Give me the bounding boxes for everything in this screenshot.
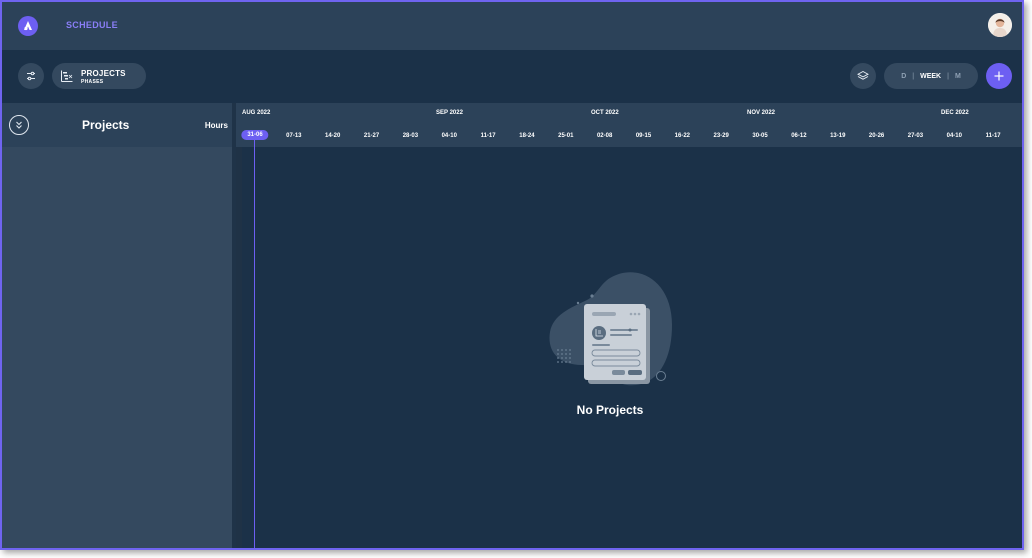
chevrons-down-icon bbox=[16, 121, 22, 129]
time-scale-selector: D | WEEK | M bbox=[884, 63, 978, 89]
timeline-week-label[interactable]: 04-10 bbox=[947, 133, 962, 139]
timeline-week-label[interactable]: 04-10 bbox=[442, 133, 457, 139]
view-selector-button[interactable]: PROJECTS PHASES bbox=[52, 63, 146, 89]
layers-icon bbox=[857, 70, 869, 80]
timeline-week-label[interactable]: 11-17 bbox=[481, 133, 496, 139]
plus-icon bbox=[994, 71, 1004, 81]
projects-list bbox=[2, 147, 232, 548]
timeline-week-label[interactable]: 14-20 bbox=[325, 133, 340, 139]
timeline-week-label[interactable]: 28-03 bbox=[403, 133, 418, 139]
view-title: PROJECTS bbox=[81, 69, 126, 78]
current-week-badge[interactable]: 31-06 bbox=[241, 130, 269, 140]
toolbar: PROJECTS PHASES D | WEEK | M bbox=[2, 50, 1022, 103]
projects-panel-header: Projects Hours bbox=[2, 103, 234, 147]
collapse-all-button[interactable] bbox=[9, 115, 29, 135]
empty-state-message: No Projects bbox=[576, 403, 644, 417]
app-logo-icon[interactable] bbox=[18, 16, 38, 36]
timeline-week-label[interactable]: 16-22 bbox=[675, 133, 690, 139]
timeline-week-label[interactable]: 27-03 bbox=[908, 133, 923, 139]
scale-separator: | bbox=[947, 72, 949, 80]
layers-button[interactable] bbox=[850, 63, 876, 89]
filter-button[interactable] bbox=[18, 63, 44, 89]
today-marker-line bbox=[254, 139, 255, 548]
add-button[interactable] bbox=[986, 63, 1012, 89]
scale-option-day[interactable]: D bbox=[901, 73, 906, 80]
timeline-week-label[interactable]: 13-19 bbox=[830, 133, 845, 139]
timeline-week-label[interactable]: 21-27 bbox=[364, 133, 379, 139]
timeline-month-label: SEP 2022 bbox=[436, 110, 463, 116]
timeline-week-label[interactable]: 20-26 bbox=[869, 133, 884, 139]
timeline-week-label[interactable]: 11-17 bbox=[986, 133, 1001, 139]
timeline-gutter bbox=[236, 147, 242, 548]
timeline-week-label[interactable]: 18-24 bbox=[519, 133, 534, 139]
timeline-week-label[interactable]: 02-08 bbox=[597, 133, 612, 139]
timeline-week-label[interactable]: 25-01 bbox=[558, 133, 573, 139]
timeline-month-label: AUG 2022 bbox=[242, 110, 271, 116]
timeline-header: AUG 2022 SEP 2022 OCT 2022 NOV 2022 DEC 2022… bbox=[236, 103, 1022, 147]
timeline-month-label: NOV 2022 bbox=[747, 110, 776, 116]
timeline-week-label[interactable]: 30-05 bbox=[752, 133, 767, 139]
hours-column-label: Hours bbox=[204, 121, 228, 130]
timeline-week-label[interactable]: 07-13 bbox=[286, 133, 301, 139]
app-title[interactable]: SCHEDULE bbox=[66, 20, 118, 30]
app-window: SCHEDULE PROJECTS PHASES D | WEEK | M Pr… bbox=[0, 0, 1024, 550]
panel-title: Projects bbox=[82, 118, 130, 132]
view-subtitle: PHASES bbox=[81, 79, 104, 85]
sliders-icon bbox=[27, 71, 35, 81]
timeline-week-label[interactable]: 06-12 bbox=[791, 133, 806, 139]
timeline-month-label: DEC 2022 bbox=[941, 110, 969, 116]
scale-option-week[interactable]: WEEK bbox=[920, 73, 941, 80]
top-bar: SCHEDULE bbox=[2, 2, 1022, 50]
timeline-month-label: OCT 2022 bbox=[591, 110, 619, 116]
timeline-week-label[interactable]: 23-29 bbox=[714, 133, 729, 139]
empty-state-illustration bbox=[549, 272, 672, 386]
user-avatar[interactable] bbox=[988, 13, 1012, 37]
gantt-chart-icon bbox=[61, 70, 73, 82]
timeline-week-label[interactable]: 09-15 bbox=[636, 133, 651, 139]
scale-separator: | bbox=[912, 72, 915, 80]
scale-option-month[interactable]: M bbox=[955, 73, 961, 80]
